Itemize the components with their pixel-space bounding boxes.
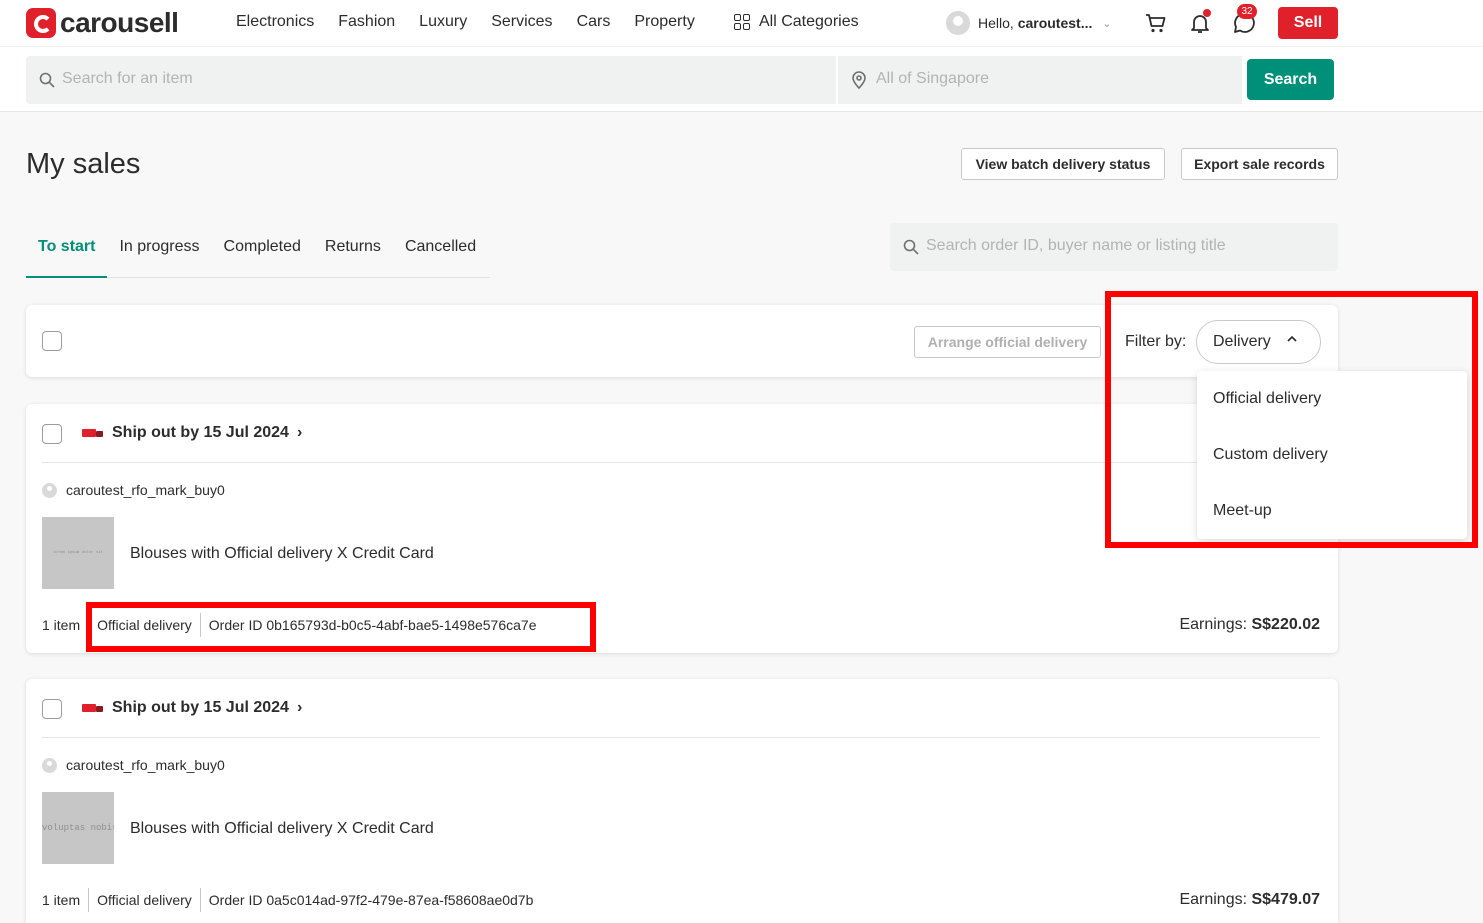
listing-thumbnail[interactable]: lorem ipsum dolor sit bbox=[42, 517, 114, 589]
order-checkbox[interactable] bbox=[42, 699, 62, 719]
nav-electronics[interactable]: Electronics bbox=[236, 13, 314, 31]
buyer-avatar bbox=[42, 482, 57, 498]
select-all-checkbox[interactable] bbox=[42, 331, 62, 351]
chat-badge: 32 bbox=[1237, 4, 1257, 19]
buyer-info[interactable]: caroutest_rfo_mark_buy0 bbox=[42, 757, 225, 773]
tab-cancelled[interactable]: Cancelled bbox=[393, 224, 488, 278]
listing-title[interactable]: Blouses with Official delivery X Credit … bbox=[130, 545, 434, 563]
delivery-filter-dropdown[interactable]: Delivery bbox=[1196, 320, 1321, 364]
all-categories-button[interactable]: All Categories bbox=[734, 13, 859, 31]
nav-fashion[interactable]: Fashion bbox=[338, 13, 395, 31]
location-pin-icon bbox=[852, 71, 866, 89]
notification-dot bbox=[1203, 9, 1211, 17]
menu-item-custom-delivery[interactable]: Custom delivery bbox=[1213, 446, 1328, 464]
chevron-down-icon: ⌄ bbox=[1102, 17, 1112, 30]
search-input[interactable] bbox=[62, 70, 822, 88]
delivery-method: Official delivery bbox=[97, 617, 192, 633]
order-meta: 1 item Official delivery Order ID 0b1657… bbox=[42, 613, 536, 637]
search-icon bbox=[903, 239, 919, 255]
order-id: Order ID 0b165793d-b0c5-4abf-bae5-1498e5… bbox=[208, 617, 537, 633]
nav-services[interactable]: Services bbox=[491, 13, 552, 31]
nav-cars[interactable]: Cars bbox=[577, 13, 611, 31]
order-search-field bbox=[890, 223, 1338, 271]
order-checkbox[interactable] bbox=[42, 424, 62, 444]
divider bbox=[42, 462, 1320, 463]
username: caroutest... bbox=[1017, 15, 1093, 31]
divider bbox=[42, 737, 1320, 738]
logo-text: carousell bbox=[60, 7, 179, 38]
earnings-label: Earnings: bbox=[1179, 616, 1248, 633]
tab-in-progress[interactable]: In progress bbox=[107, 224, 211, 278]
delivery-method: Official delivery bbox=[97, 892, 192, 908]
avatar bbox=[946, 11, 970, 35]
location-field bbox=[838, 56, 1242, 104]
item-count: 1 item bbox=[42, 617, 81, 633]
view-batch-delivery-button[interactable]: View batch delivery status bbox=[961, 148, 1165, 180]
chevron-up-icon bbox=[1287, 335, 1297, 342]
top-header: carousell Electronics Fashion Luxury Ser… bbox=[0, 0, 1483, 112]
buyer-name: caroutest_rfo_mark_buy0 bbox=[66, 482, 225, 498]
tab-returns[interactable]: Returns bbox=[313, 224, 393, 278]
filter-value: Delivery bbox=[1213, 333, 1271, 350]
menu-item-meet-up[interactable]: Meet-up bbox=[1213, 502, 1272, 520]
arrange-official-delivery-button[interactable]: Arrange official delivery bbox=[914, 326, 1101, 358]
tab-completed[interactable]: Completed bbox=[212, 224, 313, 278]
nav-luxury[interactable]: Luxury bbox=[419, 13, 467, 31]
delivery-filter-menu: Official delivery Custom delivery Meet-u… bbox=[1197, 371, 1467, 539]
order-card: Ship out by 15 Jul 2024 › caroutest_rfo_… bbox=[26, 679, 1338, 923]
ship-by-link[interactable]: Ship out by 15 Jul 2024 › bbox=[82, 424, 302, 442]
tab-to-start[interactable]: To start bbox=[26, 224, 108, 278]
earnings-label: Earnings: bbox=[1179, 891, 1248, 908]
page-title: My sales bbox=[26, 148, 141, 180]
carousell-logo[interactable]: carousell bbox=[26, 7, 179, 38]
buyer-avatar bbox=[42, 757, 57, 773]
grid-icon bbox=[734, 14, 750, 30]
search-button[interactable]: Search bbox=[1247, 59, 1334, 100]
chevron-right-icon: › bbox=[296, 699, 303, 716]
buyer-info[interactable]: caroutest_rfo_mark_buy0 bbox=[42, 482, 225, 498]
truck-icon bbox=[82, 427, 104, 439]
item-search-field bbox=[26, 56, 836, 104]
menu-item-official-delivery[interactable]: Official delivery bbox=[1213, 390, 1321, 408]
order-meta: 1 item Official delivery Order ID 0a5c01… bbox=[42, 888, 533, 912]
all-categories-label: All Categories bbox=[759, 13, 859, 30]
nav-property[interactable]: Property bbox=[634, 13, 694, 31]
search-icon bbox=[39, 72, 55, 88]
sell-button[interactable]: Sell bbox=[1278, 7, 1338, 39]
item-count: 1 item bbox=[42, 892, 81, 908]
ship-by-text: Ship out by 15 Jul 2024 bbox=[112, 424, 289, 441]
cart-icon[interactable] bbox=[1144, 11, 1168, 35]
nav-row: carousell Electronics Fashion Luxury Ser… bbox=[0, 0, 1483, 47]
ship-by-link[interactable]: Ship out by 15 Jul 2024 › bbox=[82, 699, 302, 717]
location-input[interactable] bbox=[876, 70, 1226, 88]
category-nav: Electronics Fashion Luxury Services Cars… bbox=[236, 13, 719, 31]
order-search-input[interactable] bbox=[926, 237, 1326, 255]
buyer-name: caroutest_rfo_mark_buy0 bbox=[66, 757, 225, 773]
earnings-amount: S$220.02 bbox=[1251, 616, 1320, 633]
bulk-action-bar: Arrange official delivery Filter by: Del… bbox=[26, 305, 1338, 377]
earnings: Earnings: S$220.02 bbox=[1179, 616, 1320, 634]
earnings: Earnings: S$479.07 bbox=[1179, 891, 1320, 909]
user-menu[interactable]: Hello, caroutest... ⌄ bbox=[946, 11, 1112, 35]
greeting-text: Hello, bbox=[978, 15, 1014, 31]
order-id: Order ID 0a5c014ad-97f2-479e-87ea-f58608… bbox=[208, 892, 534, 908]
earnings-amount: S$479.07 bbox=[1251, 891, 1320, 908]
ship-by-text: Ship out by 15 Jul 2024 bbox=[112, 699, 289, 716]
filter-label: Filter by: bbox=[1125, 333, 1187, 350]
order-card: Ship out by 15 Jul 2024 › caroutest_rfo_… bbox=[26, 404, 1338, 653]
listing-thumbnail[interactable]: voluptas nobis bbox=[42, 792, 114, 864]
sales-tabs: To start In progress Completed Returns C… bbox=[26, 224, 490, 278]
truck-icon bbox=[82, 702, 104, 714]
chevron-right-icon: › bbox=[296, 424, 303, 441]
listing-title[interactable]: Blouses with Official delivery X Credit … bbox=[130, 820, 434, 838]
carousell-logo-icon bbox=[26, 8, 56, 38]
export-sale-records-button[interactable]: Export sale records bbox=[1181, 148, 1338, 180]
